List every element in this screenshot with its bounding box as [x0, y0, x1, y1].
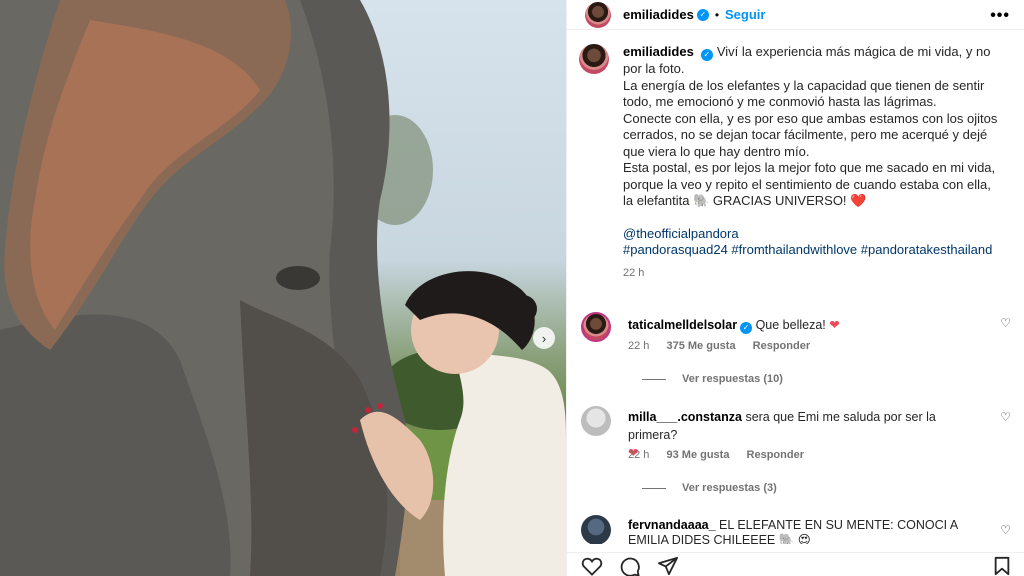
comment-item: taticalmelldelsolar ✓ Que belleza! ❤ 22 h… [581, 312, 1011, 412]
replies-divider-line [642, 378, 666, 380]
follow-button[interactable]: Seguir [725, 7, 765, 22]
comment-text-row: taticalmelldelsolar ✓ Que belleza! ❤ [628, 316, 983, 334]
like-comment-heart-icon[interactable]: ♡ [1000, 523, 1011, 537]
caption-hashtags[interactable]: #pandorasquad24 #fromthailandwithlove #p… [623, 242, 1003, 259]
comment-item: milla___.constanza sera que Emi me salud… [581, 406, 1011, 516]
caption-author-username[interactable]: emiliadides [623, 44, 694, 59]
verified-badge-icon: ✓ [696, 8, 709, 21]
more-options-icon[interactable]: ••• [990, 7, 1010, 25]
elephant-photo-illustration [0, 0, 566, 576]
caption-timestamp[interactable]: 22 h [623, 265, 1003, 282]
verified-badge-icon: ✓ [700, 49, 713, 61]
commenter-avatar[interactable] [581, 406, 611, 436]
commenter-avatar[interactable] [581, 515, 611, 544]
like-comment-heart-icon[interactable]: ♡ [1000, 410, 1011, 424]
comment-time[interactable]: 22 h [628, 340, 649, 352]
caption-mention-link[interactable]: @theofficialpandora [623, 226, 1003, 243]
view-replies-button[interactable]: Ver respuestas (3) [642, 482, 777, 494]
bookmark-icon[interactable] [993, 556, 1011, 576]
like-comment-heart-icon[interactable]: ♡ [1000, 316, 1011, 330]
commenter-username[interactable]: milla___.constanza [628, 410, 742, 424]
comment-text-row: fervnandaaaa_ EL ELEFANTE EN SU MENTE: C… [628, 518, 983, 544]
post-caption: emiliadides ✓ Viví la experiencia más mági… [567, 44, 1024, 281]
red-heart-emoji: ❤ [829, 318, 840, 332]
commenter-avatar[interactable] [581, 312, 611, 342]
comment-meta: 22 h 93 Me gusta Responder [628, 449, 818, 461]
view-replies-button[interactable]: Ver respuestas (10) [642, 373, 783, 385]
replies-divider-line [642, 487, 666, 489]
post-header: emiliadides ✓ • Seguir ••• [567, 0, 1024, 30]
comment-text: Que belleza! [755, 318, 826, 332]
author-avatar[interactable] [585, 1, 611, 28]
verified-badge-icon: ✓ [740, 322, 753, 334]
commenter-username[interactable]: fervnandaaaa_ [628, 518, 716, 532]
comment-item: fervnandaaaa_ EL ELEFANTE EN SU MENTE: C… [581, 515, 1011, 544]
caption-line-2: La energía de los elefantes y la capacid… [623, 77, 985, 110]
carousel-next-button[interactable]: › [533, 327, 555, 349]
comments-section[interactable]: emiliadides ✓ Viví la experiencia más mági… [567, 44, 1024, 544]
reply-button[interactable]: Responder [747, 449, 804, 461]
caption-line-4: Esta postal, es por lejos la mejor foto … [623, 160, 996, 208]
comment-time[interactable]: 22 h [628, 449, 649, 461]
caption-author-avatar[interactable] [579, 44, 609, 74]
share-icon[interactable] [657, 556, 679, 576]
post-photo[interactable]: › [0, 0, 566, 576]
separator-dot: • [714, 7, 720, 22]
post-side-panel: emiliadides ✓ • Seguir ••• emiliadides ✓ V… [566, 0, 1024, 576]
commenter-username[interactable]: taticalmelldelsolar [628, 318, 737, 332]
chevron-right-icon: › [541, 330, 547, 346]
view-replies-label: Ver respuestas (10) [682, 373, 783, 385]
heart-icon[interactable] [581, 556, 603, 576]
caption-body: emiliadides ✓ Viví la experiencia más mági… [623, 44, 1003, 281]
comment-likes[interactable]: 375 Me gusta [666, 340, 735, 352]
post-action-bar [567, 552, 1024, 576]
author-username[interactable]: emiliadides [623, 7, 694, 22]
caption-line-3: Conecte con ella, y es por eso que ambas… [623, 110, 998, 159]
comment-likes[interactable]: 93 Me gusta [666, 449, 729, 461]
view-replies-label: Ver respuestas (3) [682, 482, 777, 494]
comment-meta: 22 h 375 Me gusta Responder [628, 340, 824, 352]
reply-button[interactable]: Responder [753, 340, 810, 352]
comment-icon[interactable] [619, 556, 641, 576]
